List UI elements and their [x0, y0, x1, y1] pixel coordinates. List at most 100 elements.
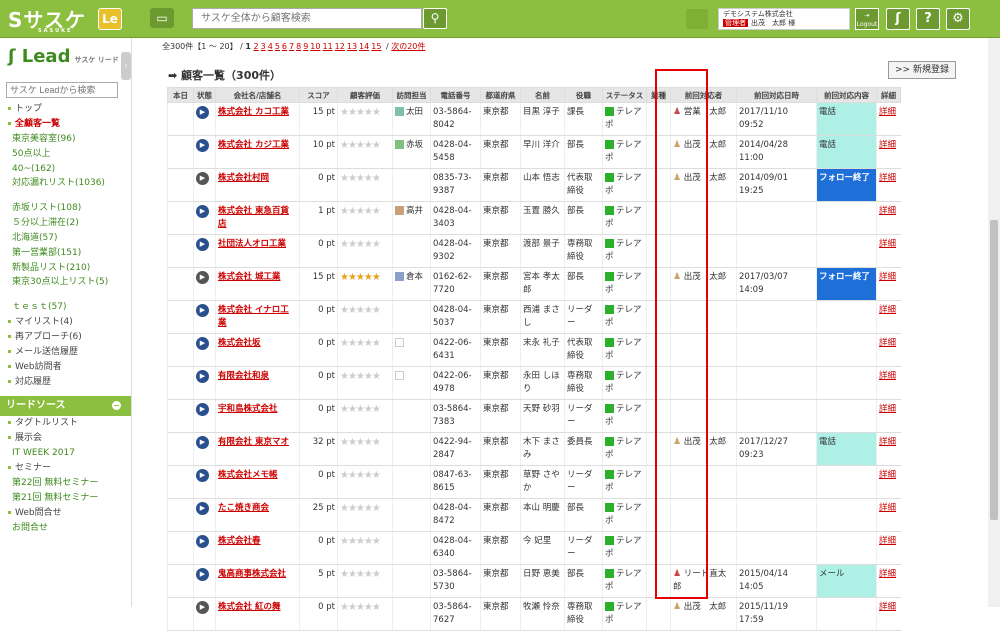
- detail-cell[interactable]: 詳細: [876, 300, 901, 334]
- pager-next-link[interactable]: 次の20件: [391, 42, 425, 51]
- pager-page-link[interactable]: 15: [371, 42, 381, 51]
- sidebar-item[interactable]: IT WEEK 2017: [0, 446, 131, 461]
- play-icon[interactable]: ▶: [196, 205, 209, 218]
- column-header[interactable]: 本日: [167, 87, 194, 103]
- rating-stars[interactable]: ★★★★★: [340, 602, 381, 613]
- company-link[interactable]: 株式会社 城工業: [218, 272, 280, 282]
- sidebar-item[interactable]: 再アプローチ(6): [0, 330, 131, 345]
- table-row[interactable]: ▶ 宇和島株式会社 0 pt ★★★★★ 03-5864-7383 東京都 天野 砂羽 リーダ…: [167, 399, 901, 433]
- pager-page-link[interactable]: 2: [254, 42, 259, 51]
- column-header[interactable]: 前回対応内容: [816, 87, 877, 103]
- detail-cell[interactable]: 詳細: [876, 432, 901, 466]
- column-header[interactable]: 電話番号: [430, 87, 481, 103]
- pager-page-link[interactable]: 9: [303, 42, 308, 51]
- new-register-button[interactable]: >> 新規登録: [888, 61, 956, 79]
- detail-cell[interactable]: 詳細: [876, 597, 901, 631]
- rating-stars[interactable]: ★★★★★: [340, 371, 381, 382]
- company-link[interactable]: 株式会社 カジ工業: [218, 140, 289, 150]
- table-row[interactable]: ▶ 有限会社 東京マオ 32 pt ★★★★★ 0422-94-2847 東京都 木下 まさ…: [167, 432, 901, 466]
- column-header[interactable]: 会社名/店舗名: [215, 87, 300, 103]
- company-link[interactable]: 株式会社春: [218, 536, 261, 546]
- play-icon[interactable]: ▶: [196, 469, 209, 482]
- table-row[interactable]: ▶ 株式会社村岡 0 pt ★★★★★ 0835-73-9387 東京都 山本 悟志 代表取締…: [167, 168, 901, 202]
- sidebar-item[interactable]: 展示会: [0, 431, 131, 446]
- table-row[interactable]: ▶ 株式会社坂 0 pt ★★★★★ 0422-06-6431 東京都 末永 礼子 代表取締役…: [167, 333, 901, 367]
- detail-cell[interactable]: 詳細: [876, 102, 901, 136]
- column-header[interactable]: 名前: [520, 87, 565, 103]
- sidebar-item[interactable]: Web問合せ: [0, 506, 131, 521]
- search-icon[interactable]: ⚲: [423, 8, 447, 29]
- sidebar-item[interactable]: メール送信履歴: [0, 345, 131, 360]
- play-icon[interactable]: ▶: [196, 271, 209, 284]
- detail-link[interactable]: 詳細: [879, 371, 896, 381]
- detail-link[interactable]: 詳細: [879, 140, 896, 150]
- sidebar-search-input[interactable]: [6, 82, 118, 98]
- detail-link[interactable]: 詳細: [879, 338, 896, 348]
- company-link[interactable]: 株式会社 イナロ工業: [218, 305, 289, 328]
- company-link[interactable]: 社団法人オロ工業: [218, 239, 286, 249]
- global-search-input[interactable]: [192, 8, 422, 29]
- detail-cell[interactable]: 詳細: [876, 267, 901, 301]
- play-icon[interactable]: ▶: [196, 172, 209, 185]
- sidebar-item[interactable]: セミナー: [0, 461, 131, 476]
- pager-page-link[interactable]: 3: [261, 42, 266, 51]
- detail-link[interactable]: 詳細: [879, 272, 896, 282]
- company-link[interactable]: 宇和島株式会社: [218, 404, 278, 414]
- pager-page-link[interactable]: 6: [282, 42, 287, 51]
- sidebar-item[interactable]: 対応履歴: [0, 375, 131, 390]
- sidebar-item[interactable]: 全顧客一覧: [0, 117, 131, 132]
- sidebar-item[interactable]: 北海道(57): [0, 231, 131, 246]
- column-header[interactable]: 詳細: [876, 87, 901, 103]
- play-icon[interactable]: ▶: [196, 370, 209, 383]
- pager-page-link[interactable]: 11: [322, 42, 332, 51]
- column-header[interactable]: 状態: [193, 87, 216, 103]
- pager-page-link[interactable]: 13: [347, 42, 357, 51]
- play-icon[interactable]: ▶: [196, 601, 209, 614]
- rating-stars[interactable]: ★★★★★: [340, 338, 381, 349]
- rating-stars[interactable]: ★★★★★: [340, 305, 381, 316]
- column-header[interactable]: 顧客評価: [337, 87, 393, 103]
- company-link[interactable]: 株式会社 東急百貨店: [218, 206, 289, 229]
- play-icon[interactable]: ▶: [196, 304, 209, 317]
- play-icon[interactable]: ▶: [196, 502, 209, 515]
- pager-page-link[interactable]: 5: [275, 42, 280, 51]
- company-link[interactable]: 有限会社 東京マオ: [218, 437, 289, 447]
- sidebar-item[interactable]: お問合せ: [0, 521, 131, 536]
- sidebar-item[interactable]: 第21回 無料セミナー: [0, 491, 131, 506]
- table-row[interactable]: ▶ 株式会社 カコ工業 15 pt ★★★★★ 太田 03-5864-8042 東京都 目黒 …: [167, 102, 901, 136]
- company-link[interactable]: 有限会社和泉: [218, 371, 269, 381]
- sidebar-item[interactable]: 40~(162): [0, 162, 131, 177]
- sidebar-item[interactable]: 東京30点以上リスト(5): [0, 276, 131, 300]
- company-link[interactable]: 株式会社 紅の舞: [218, 602, 280, 612]
- rating-stars[interactable]: ★★★★★: [340, 107, 381, 118]
- rating-stars[interactable]: ★★★★★: [340, 173, 381, 184]
- detail-cell[interactable]: 詳細: [876, 498, 901, 532]
- detail-link[interactable]: 詳細: [879, 404, 896, 414]
- rating-stars[interactable]: ★★★★★: [340, 569, 381, 580]
- sidebar-item[interactable]: トップ: [0, 102, 131, 117]
- help-icon[interactable]: ?: [916, 8, 940, 30]
- play-icon[interactable]: ▶: [196, 337, 209, 350]
- table-row[interactable]: ▶ 株式会社 イナロ工業 0 pt ★★★★★ 0428-04-5037 東京都 西浦 まさ…: [167, 300, 901, 334]
- detail-cell[interactable]: 詳細: [876, 564, 901, 598]
- column-header[interactable]: スコア: [299, 87, 338, 103]
- sidebar-collapse-button[interactable]: ‹: [121, 52, 131, 80]
- pager-page-link[interactable]: 7: [289, 42, 294, 51]
- table-row[interactable]: ▶ 株式会社メモ帳 0 pt ★★★★★ 0847-63-8615 東京都 草野 さやか リー…: [167, 465, 901, 499]
- chat-icon[interactable]: ▭: [150, 8, 174, 28]
- sidebar-item[interactable]: ｔｅｓｔ(57): [0, 300, 131, 315]
- pager-page-link[interactable]: 14: [359, 42, 369, 51]
- table-row[interactable]: ▶ 社団法人オロ工業 0 pt ★★★★★ 0428-04-9302 東京都 渡部 景子 専務…: [167, 234, 901, 268]
- sidebar-item[interactable]: Web訪問者: [0, 360, 131, 375]
- sidebar-item[interactable]: マイリスト(4): [0, 315, 131, 330]
- company-link[interactable]: 株式会社メモ帳: [218, 470, 278, 480]
- detail-link[interactable]: 詳細: [879, 470, 896, 480]
- detail-link[interactable]: 詳細: [879, 206, 896, 216]
- pager-page-link[interactable]: 12: [335, 42, 345, 51]
- table-row[interactable]: ▶ 株式会社春 0 pt ★★★★★ 0428-04-6340 東京都 今 妃里 リーダー テレ…: [167, 531, 901, 565]
- notification-slot[interactable]: [686, 9, 708, 29]
- rating-stars[interactable]: ★★★★★: [340, 503, 381, 514]
- company-link[interactable]: 株式会社坂: [218, 338, 261, 348]
- gear-icon[interactable]: ⚙: [946, 8, 970, 30]
- scrollbar-thumb[interactable]: [990, 220, 998, 520]
